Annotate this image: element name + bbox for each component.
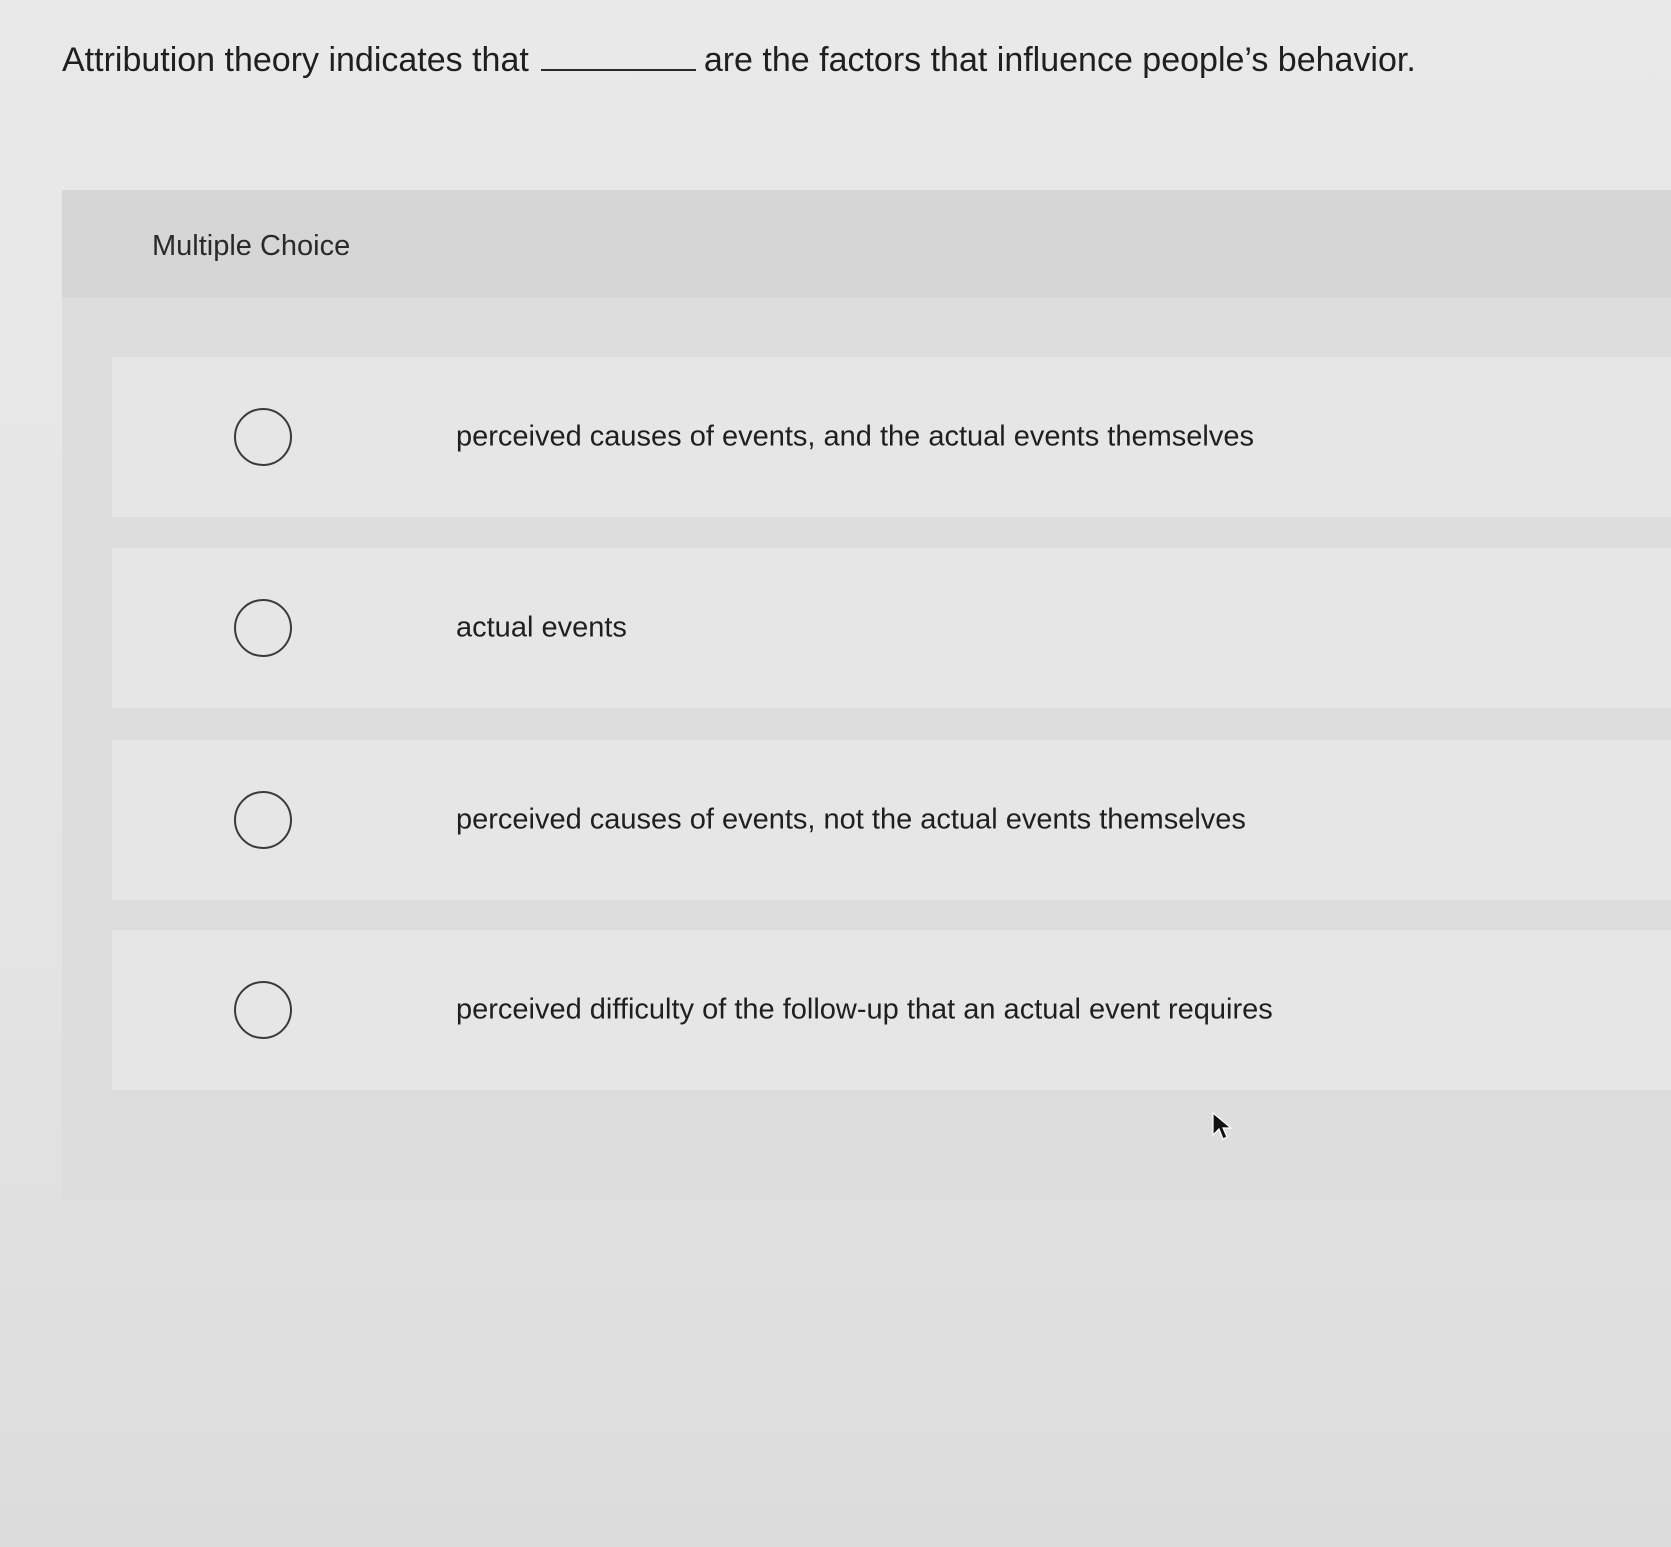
option-label: perceived causes of events, and the actu… — [456, 420, 1254, 453]
multiple-choice-label: Multiple Choice — [152, 230, 351, 262]
multiple-choice-panel: Multiple Choice perceived causes of even… — [62, 190, 1671, 1200]
radio-circle-icon[interactable] — [234, 408, 292, 466]
option-3[interactable]: perceived causes of events, not the actu… — [112, 740, 1671, 900]
mouse-pointer-icon — [1212, 1112, 1233, 1140]
option-2[interactable]: actual events — [112, 548, 1671, 708]
question-after-blank: are the factors that influence people’s … — [703, 41, 1416, 79]
answer-blank — [540, 39, 696, 71]
question-before-blank: Attribution theory indicates that — [62, 41, 529, 79]
option-label: perceived difficulty of the follow-up th… — [456, 993, 1273, 1026]
radio-circle-icon[interactable] — [234, 791, 292, 849]
multiple-choice-header: Multiple Choice — [62, 190, 1671, 298]
option-4[interactable]: perceived difficulty of the follow-up th… — [112, 930, 1671, 1090]
option-1[interactable]: perceived causes of events, and the actu… — [112, 357, 1671, 517]
radio-circle-icon[interactable] — [234, 599, 292, 657]
question-text: Attribution theory indicates that are the… — [62, 36, 1622, 84]
radio-circle-icon[interactable] — [234, 981, 292, 1039]
option-label: actual events — [456, 611, 627, 644]
option-label: perceived causes of events, not the actu… — [456, 803, 1246, 836]
